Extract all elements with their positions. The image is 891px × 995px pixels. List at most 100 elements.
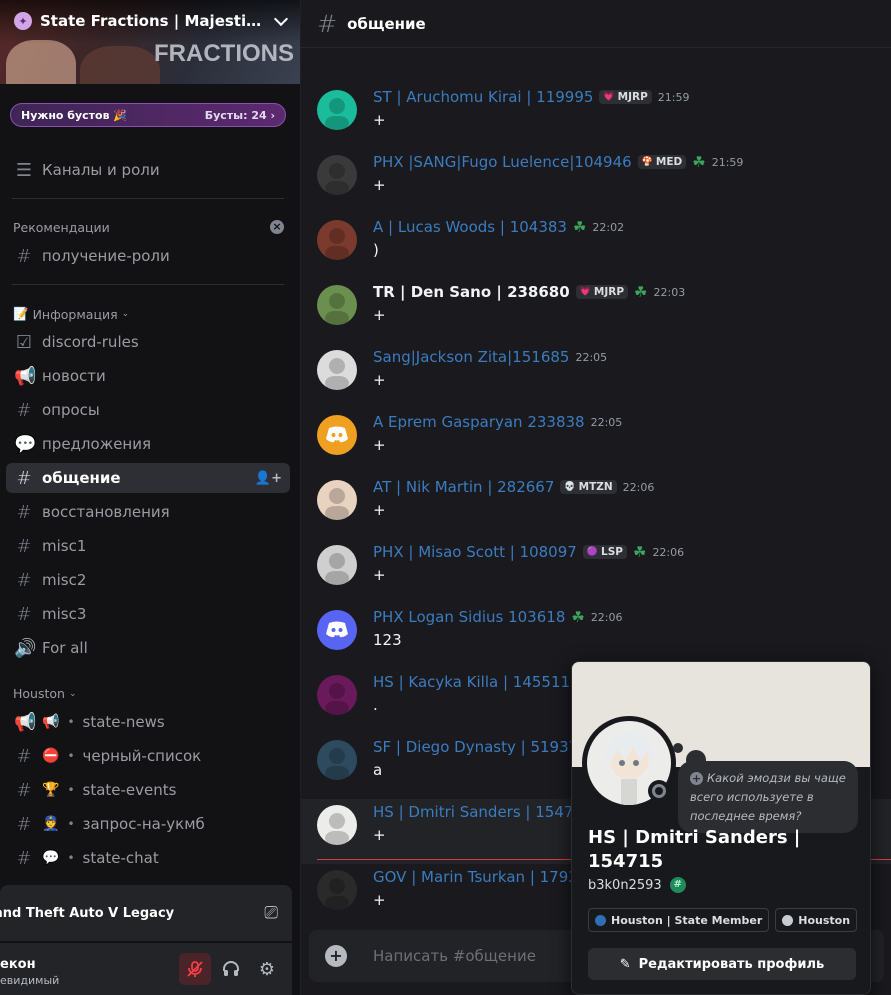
message-text: + [373,176,386,194]
timestamp: 22:05 [590,415,623,429]
avatar[interactable] [317,740,357,780]
role-pill[interactable]: Houston | State Member [588,908,770,932]
message-author[interactable]: SF | Diego Dynasty | 519375 [373,738,588,756]
channel-item[interactable]: # misc2 [6,565,290,595]
message-author[interactable]: TR | Den Sano | 238680 [373,283,570,301]
channel-item[interactable]: 📢 новости [6,361,290,391]
role-pill[interactable]: Houston [775,908,858,932]
avatar[interactable] [317,90,357,130]
clover-badge-icon[interactable]: ☘ [692,153,705,171]
headphones-icon [223,961,239,976]
avatar[interactable] [317,870,357,910]
close-icon[interactable]: × [270,220,284,234]
message-row[interactable]: PHX Logan Sidius 103618 ☘ 22:06 123 [301,604,891,669]
message-author[interactable]: Sang|Jackson Zita|151685 [373,348,569,366]
profile-handle-row: b3k0n2593 # [588,877,686,893]
channel-item[interactable]: # misc1 [6,531,290,561]
message-author[interactable]: HS | Kacyka Killa | 145511 [373,673,570,691]
message-row[interactable]: TR | Den Sano | 238680 💗 MJRP ☘ 22:03 + [301,279,891,344]
mute-mic-button[interactable] [179,953,211,985]
avatar[interactable] [317,805,357,845]
message-row[interactable]: AT | Nik Martin | 282667 💀 MTZN 22:06 + [301,474,891,539]
username[interactable]: екон [0,957,36,972]
channel-label: получение-роли [42,247,170,265]
channel-item[interactable]: # 💬 • state-chat [6,843,290,873]
edit-profile-button[interactable]: ✎ Редактировать профиль [588,948,856,980]
channel-item[interactable]: 🔊 For all [6,633,290,663]
hash-icon: # [16,399,32,421]
message-author[interactable]: HS | Dmitri Sanders | 154715 [373,803,593,821]
banner-figure [80,46,160,84]
message-row[interactable]: ST | Aruchomu Kirai | 119995 💗 MJRP 21:59 + [301,84,891,149]
avatar[interactable] [317,675,357,715]
clover-badge-icon[interactable]: ☘ [573,218,586,236]
category-houston[interactable]: Houston ⌄ [13,686,77,701]
message-author[interactable]: A | Lucas Woods | 104383 [373,218,567,236]
category-info[interactable]: 📝 Информация ⌄ [13,306,129,322]
channel-item[interactable]: # 🏆 • state-events [6,775,290,805]
avatar[interactable] [317,480,357,520]
avatar[interactable] [317,545,357,585]
channel-item[interactable]: # 👮 • запрос-на-укмб [6,809,290,839]
channel-recommended[interactable]: # получение-роли [6,241,290,271]
screen-share-icon[interactable]: ⎚ [264,903,278,923]
avatar[interactable] [317,220,357,260]
channel-item[interactable]: # общение 👤+ [6,463,290,493]
message-author[interactable]: GOV | Marin Tsurkan | 179301 [373,868,597,886]
message-row[interactable]: A | Lucas Woods | 104383 ☘ 22:02) [301,214,891,279]
message-row[interactable]: PHX |SANG|Fugo Luelence|104946 🍄 MED ☘ 21:59… [301,149,891,214]
avatar[interactable] [317,610,357,650]
category-recommendations: Рекомендации [13,220,110,235]
message-author[interactable]: AT | Nik Martin | 282667 [373,478,554,496]
gear-icon: ⚙ [258,958,276,980]
message-header: A | Lucas Woods | 104383 ☘ 22:02 [373,218,624,236]
clover-badge-icon[interactable]: ☘ [571,608,584,626]
chevron-down-icon[interactable] [273,11,289,26]
announcement-icon: 📢 [14,711,37,733]
custom-status-bubble[interactable]: + Какой эмодзи вы чаще всего используете … [678,761,858,833]
channel-item[interactable]: 📢 📢 • state-news [6,707,290,737]
settings-button[interactable]: ⚙ [251,953,283,985]
message-author[interactable]: PHX Logan Sidius 103618 [373,608,565,626]
channel-label: черный-список [82,747,202,765]
server-tag-badge[interactable]: 💗 MJRP [599,90,652,104]
channel-item[interactable]: # восстановления [6,497,290,527]
server-tag-badge[interactable]: 🟣 LSP [582,545,627,559]
avatar[interactable] [317,285,357,325]
message-row[interactable]: A Eprem Gasparyan 233838 22:05 + [301,409,891,474]
server-header[interactable]: FRACTIONS ✦ State Fractions | Majestic R… [0,0,300,84]
message-row[interactable]: PHX | Misao Scott | 108097 🟣 LSP ☘ 22:06 + [301,539,891,604]
channel-label: misc1 [42,537,87,555]
channel-item[interactable]: ☑ discord-rules [6,327,290,357]
message-author[interactable]: PHX |SANG|Fugo Luelence|104946 [373,153,632,171]
clover-badge-icon[interactable]: ☘ [633,543,646,561]
message-input[interactable] [373,947,573,965]
message-header: TR | Den Sano | 238680 💗 MJRP ☘ 22:03 [373,283,685,301]
channel-item[interactable]: # misc3 [6,599,290,629]
boost-progress-bar[interactable]: Нужно бустов 🎉 Бусты: 24 › [10,103,286,127]
server-tag-badge[interactable]: 💀 MTZN [560,480,617,494]
divider [12,198,284,199]
channel-item[interactable]: # опросы [6,395,290,425]
avatar[interactable] [317,350,357,390]
message-author[interactable]: A Eprem Gasparyan 233838 [373,413,585,431]
clover-badge-icon[interactable]: ☘ [634,283,647,301]
channels-and-roles[interactable]: ☰ Каналы и роли [6,155,290,185]
message-text: 123 [373,631,402,649]
headphones-button[interactable] [215,953,247,985]
message-author[interactable]: ST | Aruchomu Kirai | 119995 [373,88,593,106]
message-author[interactable]: PHX | Misao Scott | 108097 [373,543,577,561]
invite-user-icon[interactable]: 👤+ [255,471,282,486]
status-offline-icon [648,780,670,802]
server-tag-badge[interactable]: 🍄 MED [637,155,687,169]
avatar[interactable] [317,155,357,195]
server-title[interactable]: State Fractions | Majestic Role... [40,12,268,30]
avatar[interactable] [317,415,357,455]
channel-item[interactable]: # ⛔ • черный-список [6,741,290,771]
server-tag-badge[interactable]: 💗 MJRP [575,285,629,299]
profile-name: HS | Dmitri Sanders | 154715 [588,827,801,872]
profile-handle[interactable]: b3k0n2593 [588,878,662,893]
channel-item[interactable]: 💬 предложения [6,429,290,459]
message-row[interactable]: Sang|Jackson Zita|151685 22:05 + [301,344,891,409]
attach-plus-icon[interactable]: + [325,945,347,967]
